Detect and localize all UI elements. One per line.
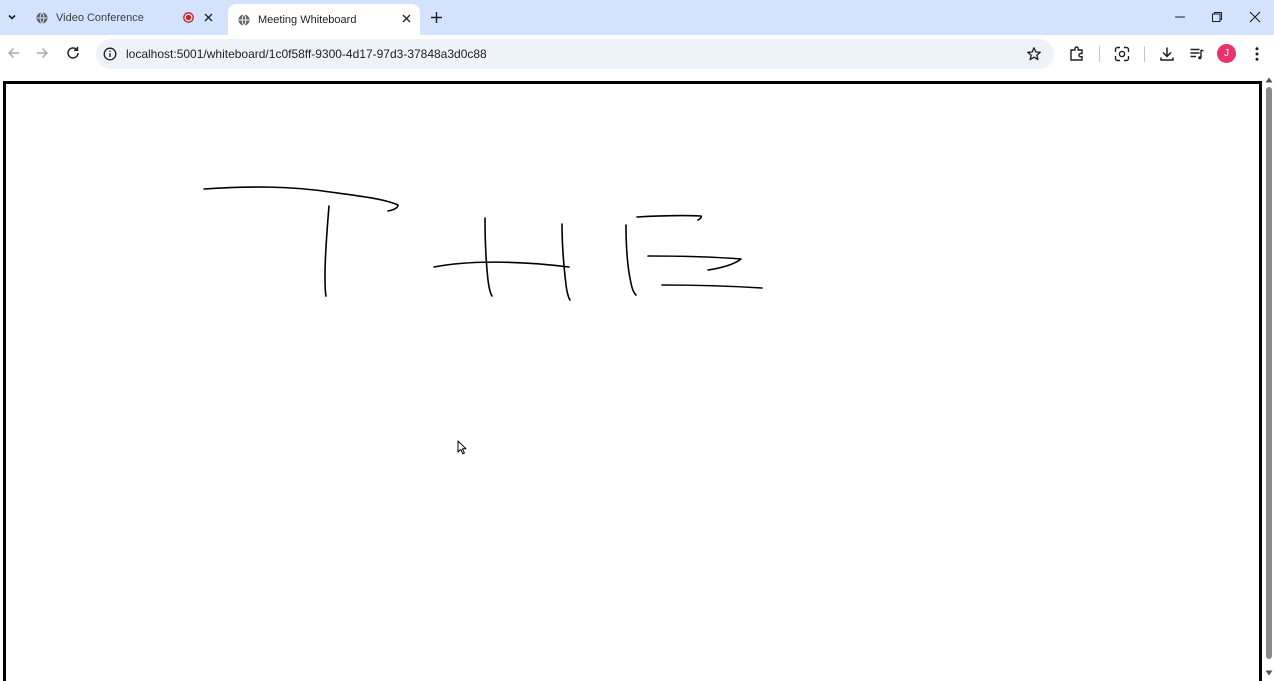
close-tab-icon[interactable] <box>399 11 413 25</box>
tab-meeting-whiteboard[interactable]: Meeting Whiteboard <box>228 4 420 35</box>
browser-toolbar: localhost:5001/whiteboard/1c0f58ff-9300-… <box>0 35 1274 73</box>
close-window-button[interactable] <box>1247 9 1263 25</box>
media-controls-button[interactable] <box>1188 45 1206 63</box>
profile-avatar[interactable]: J <box>1217 44 1236 63</box>
url-text: localhost:5001/whiteboard/1c0f58ff-9300-… <box>126 47 487 61</box>
close-icon <box>1249 11 1261 23</box>
restore-icon <box>1212 12 1222 22</box>
recording-icon <box>183 12 194 23</box>
arrow-left-icon <box>7 47 19 59</box>
whiteboard-canvas[interactable] <box>3 81 1262 681</box>
reload-icon <box>67 46 79 59</box>
scrollbar-thumb[interactable] <box>1266 87 1272 659</box>
arrow-right-icon <box>37 47 49 59</box>
download-icon <box>1160 47 1174 61</box>
toolbar-separator <box>1099 46 1100 62</box>
chevron-down-icon <box>8 14 16 20</box>
globe-icon <box>36 11 48 24</box>
downloads-button[interactable] <box>1158 45 1176 63</box>
page-scrollbar[interactable] <box>1264 73 1274 681</box>
tab-video-conference[interactable]: Video Conference <box>26 0 222 35</box>
globe-icon <box>238 13 250 26</box>
bookmark-star-icon[interactable] <box>1026 46 1042 62</box>
mouse-pointer-icon <box>457 440 467 455</box>
forward-button[interactable] <box>34 45 50 61</box>
tab-strip: Video Conference Meeting Whiteboard <box>0 0 1274 35</box>
chrome-menu-button[interactable] <box>1248 45 1266 63</box>
plus-icon <box>431 12 442 23</box>
extensions-button[interactable] <box>1068 45 1086 63</box>
puzzle-icon <box>1070 46 1083 61</box>
new-tab-button[interactable] <box>429 10 444 25</box>
playlist-icon <box>1190 48 1204 60</box>
tab-title: Meeting Whiteboard <box>258 13 357 26</box>
toolbar-separator <box>1144 46 1145 62</box>
tab-search-button[interactable] <box>4 8 20 26</box>
scroll-down-arrow-icon[interactable] <box>1265 669 1273 677</box>
more-vertical-icon <box>1255 47 1259 61</box>
address-bar[interactable]: localhost:5001/whiteboard/1c0f58ff-9300-… <box>96 39 1054 69</box>
site-info-icon[interactable] <box>103 47 117 61</box>
tab-title: Video Conference <box>56 11 144 24</box>
scroll-up-arrow-icon[interactable] <box>1265 76 1273 84</box>
close-tab-icon[interactable] <box>201 10 215 24</box>
minimize-button[interactable] <box>1172 9 1188 25</box>
lens-icon <box>1114 46 1130 62</box>
back-button[interactable] <box>6 45 22 61</box>
page-content <box>0 73 1274 681</box>
restore-button[interactable] <box>1209 9 1225 25</box>
google-lens-button[interactable] <box>1113 45 1131 63</box>
reload-button[interactable] <box>65 45 81 61</box>
minimize-icon <box>1175 16 1185 18</box>
